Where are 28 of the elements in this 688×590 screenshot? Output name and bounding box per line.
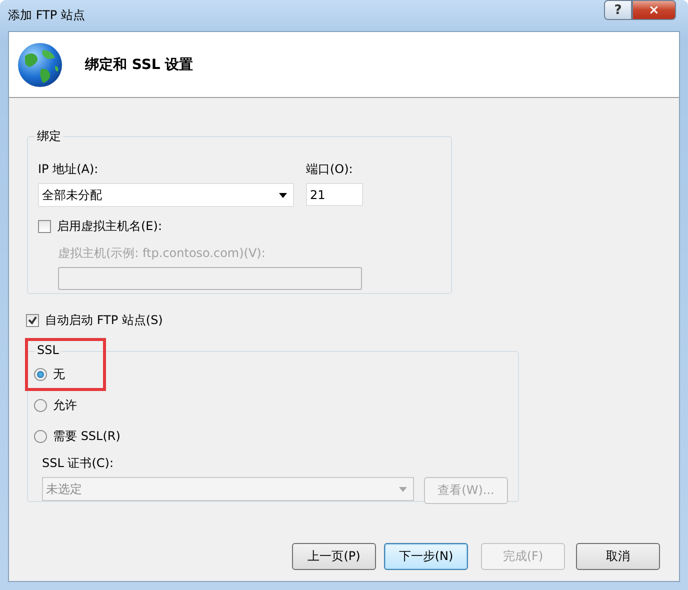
dialog-button[interactable]: 上一页(P) [292, 543, 376, 570]
virtual-host-checkbox-label: 启用虚拟主机名(E): [57, 218, 162, 235]
checkbox[interactable] [26, 314, 39, 327]
radio-button[interactable] [34, 399, 47, 412]
radio-label: 允许 [53, 397, 77, 414]
dialog-button[interactable]: 下一步(N) [384, 543, 468, 570]
radio-label: 无 [53, 366, 65, 383]
ip-address-label: IP 地址(A): [38, 161, 100, 178]
caret-icon [279, 192, 287, 198]
dialog-button[interactable]: 取消 [576, 543, 660, 570]
certificate-label: SSL 证书(C): [42, 455, 115, 472]
ip-address-dropdown[interactable]: 全部未分配 [38, 183, 294, 207]
radio-button[interactable] [34, 430, 47, 443]
caret-icon [399, 486, 407, 492]
auto-start-label: 自动启动 FTP 站点(S) [45, 312, 163, 329]
checkbox[interactable] [38, 220, 51, 233]
window-title: 添加 FTP 站点 [8, 7, 85, 24]
port-field[interactable]: 21 [306, 183, 363, 206]
close-button[interactable]: × [632, 0, 676, 20]
page-title: 绑定和 SSL 设置 [85, 56, 194, 74]
help-button[interactable]: ? [604, 0, 632, 20]
globe-icon [17, 42, 63, 88]
group-label: SSL [35, 343, 61, 357]
radio-button[interactable] [34, 368, 47, 381]
radio-label: 需要 SSL(R) [53, 428, 120, 445]
group-label: 绑定 [35, 128, 63, 145]
port-label: 端口(O): [306, 161, 354, 178]
virtual-host-label: 虚拟主机(示例: ftp.contoso.com)(V): [58, 245, 266, 262]
